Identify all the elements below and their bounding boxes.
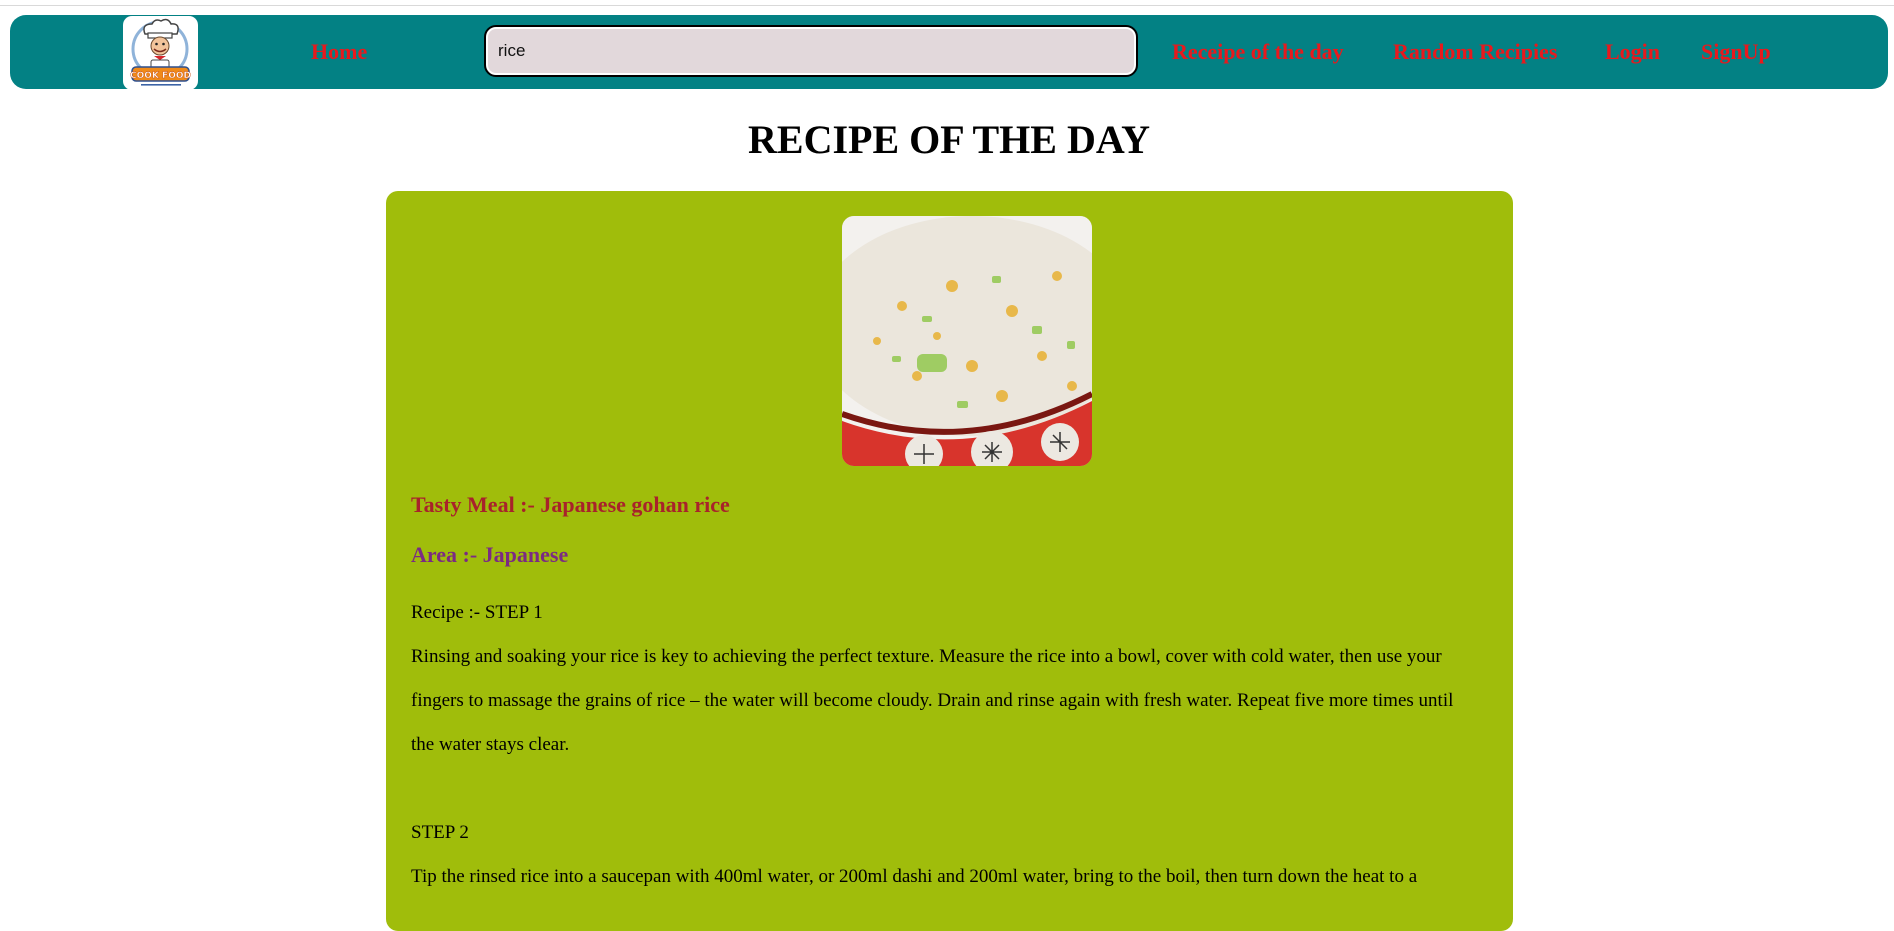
nav-login-link[interactable]: Login (1605, 39, 1660, 65)
site-logo[interactable]: COOK FOOD (123, 16, 198, 90)
dish-image (842, 216, 1092, 466)
nav-signup-link[interactable]: SignUp (1701, 39, 1771, 65)
nav-random-recipes-link[interactable]: Random Recipies (1393, 39, 1557, 65)
nav-recipe-of-the-day-link[interactable]: Receipe of the day (1172, 39, 1344, 65)
chef-logo-icon: COOK FOOD (130, 18, 191, 86)
search-input[interactable] (484, 25, 1138, 77)
browser-top-divider (0, 5, 1894, 6)
page-title: RECIPE OF THE DAY (748, 117, 1150, 162)
logo-text: COOK FOOD (130, 71, 191, 81)
recipe-instructions: Recipe :- STEP 1 Rinsing and soaking you… (411, 602, 1454, 887)
navbar: COOK FOOD Home Receipe of the day Random… (10, 15, 1888, 90)
nav-home-link[interactable]: Home (311, 39, 367, 65)
meal-area: Area :- Japanese (411, 542, 569, 567)
meal-name: Tasty Meal :- Japanese gohan rice (411, 492, 730, 517)
rice-bowl-image (842, 216, 1092, 466)
recipe-card: Tasty Meal :- Japanese gohan rice Area :… (386, 191, 1513, 931)
